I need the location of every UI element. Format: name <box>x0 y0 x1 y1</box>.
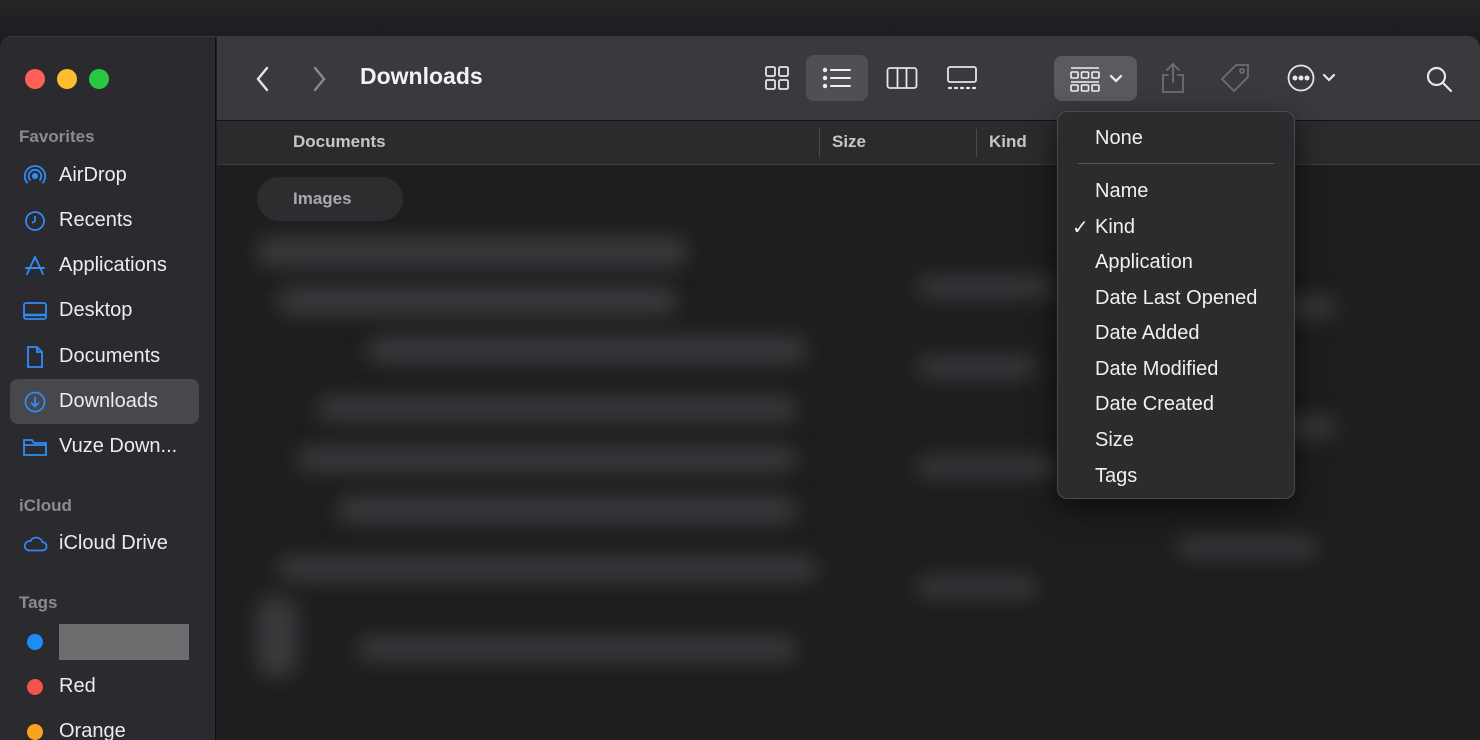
menu-item-date-modified[interactable]: Date Modified <box>1058 351 1294 385</box>
sidebar-item-airdrop[interactable]: AirDrop <box>10 153 199 198</box>
tags-section-label: Tags <box>19 593 58 612</box>
menu-item-name[interactable]: Name <box>1058 173 1294 207</box>
sidebar-tag-blue[interactable] <box>10 619 199 664</box>
cloud-icon <box>22 531 48 557</box>
sidebar-item-documents[interactable]: Documents <box>10 334 199 379</box>
menu-item-kind[interactable]: ✓ Kind <box>1058 209 1294 243</box>
favorites-section-label: Favorites <box>19 127 95 146</box>
sidebar-item-label: Documents <box>59 345 161 367</box>
tag-dot-icon <box>22 719 48 740</box>
more-actions-button[interactable] <box>1279 55 1343 101</box>
menu-item-date-added[interactable]: Date Added <box>1058 315 1294 349</box>
group-header: Images <box>257 177 403 221</box>
menu-item-date-created[interactable]: Date Created <box>1058 386 1294 420</box>
tag-button[interactable] <box>1213 55 1257 101</box>
list-icon <box>822 67 851 89</box>
finder-window: Favorites AirDrop Recents Applications D… <box>0 36 1480 740</box>
download-icon <box>22 389 48 415</box>
group-by-button[interactable] <box>1054 56 1137 101</box>
menu-divider <box>1078 163 1274 164</box>
column-separator <box>976 129 977 157</box>
sidebar-item-label: Applications <box>59 254 167 276</box>
search-button[interactable] <box>1417 57 1461 101</box>
window-title: Downloads <box>360 63 483 89</box>
column-size-header[interactable]: Size <box>832 132 866 152</box>
desktop-icon <box>22 298 48 324</box>
gallery-icon <box>947 66 977 90</box>
menu-item-size[interactable]: Size <box>1058 422 1294 456</box>
share-icon <box>1162 62 1184 93</box>
sidebar-item-label: AirDrop <box>59 164 127 186</box>
minimize-button[interactable] <box>57 69 77 89</box>
ellipsis-circle-icon <box>1287 64 1315 92</box>
checkmark-icon: ✓ <box>1072 217 1089 239</box>
menu-item-application[interactable]: Application <box>1058 244 1294 278</box>
tag-dot-icon <box>22 674 48 700</box>
group-grid-icon <box>1069 66 1100 92</box>
zoom-button[interactable] <box>89 69 109 89</box>
group-by-menu: None Name ✓ Kind Application Date Last O… <box>1057 111 1295 499</box>
chevron-left-icon <box>256 66 269 92</box>
sidebar-item-label: iCloud Drive <box>59 532 168 554</box>
grid-icon <box>765 66 789 90</box>
toolbar: Downloads <box>217 37 1480 121</box>
sidebar-item-icloud-drive[interactable]: iCloud Drive <box>10 521 199 566</box>
sidebar-item-applications[interactable]: Applications <box>10 243 199 288</box>
sidebar-tag-orange[interactable]: Orange <box>10 709 199 740</box>
document-icon <box>22 344 48 370</box>
sidebar-item-label: Downloads <box>59 390 158 412</box>
search-icon <box>1426 66 1453 93</box>
menu-item-none[interactable]: None <box>1058 120 1294 154</box>
sidebar-item-label: Orange <box>59 720 126 740</box>
sidebar-item-recents[interactable]: Recents <box>10 198 199 243</box>
sidebar-item-desktop[interactable]: Desktop <box>10 288 199 333</box>
list-view-button[interactable] <box>806 55 868 101</box>
tag-icon <box>1220 64 1249 93</box>
sidebar-item-label: Red <box>59 675 96 697</box>
icloud-section-label: iCloud <box>19 496 72 515</box>
column-name-header[interactable]: Documents <box>293 132 386 152</box>
sidebar-item-label: Recents <box>59 209 133 231</box>
chevron-down-icon <box>1109 74 1122 83</box>
gallery-view-button[interactable] <box>939 55 985 101</box>
column-view-button[interactable] <box>879 55 925 101</box>
tag-dot-icon <box>22 629 48 655</box>
share-button[interactable] <box>1151 55 1195 101</box>
airdrop-icon <box>22 163 48 189</box>
window-top-strip <box>0 0 1480 38</box>
close-button[interactable] <box>25 69 45 89</box>
sidebar-tag-red[interactable]: Red <box>10 664 199 709</box>
column-kind-header[interactable]: Kind <box>989 132 1027 152</box>
applications-icon <box>22 253 48 279</box>
group-header-label: Images <box>293 189 352 208</box>
window-controls <box>25 69 109 89</box>
chevron-down-icon <box>1322 73 1336 82</box>
sidebar-item-label: Vuze Down... <box>59 435 178 457</box>
forward-button[interactable] <box>301 61 337 97</box>
columns-icon <box>886 67 918 89</box>
sidebar-item-label: Desktop <box>59 299 133 321</box>
sidebar: Favorites AirDrop Recents Applications D… <box>0 37 216 740</box>
clock-icon <box>22 208 48 234</box>
back-button[interactable] <box>245 61 281 97</box>
icon-view-button[interactable] <box>755 55 799 101</box>
menu-item-tags[interactable]: Tags <box>1058 458 1294 492</box>
sidebar-item-downloads[interactable]: Downloads <box>10 379 199 424</box>
menu-item-date-last-opened[interactable]: Date Last Opened <box>1058 280 1294 314</box>
sidebar-item-vuze-downloads[interactable]: Vuze Down... <box>10 424 199 469</box>
folder-icon <box>22 434 48 460</box>
chevron-right-icon <box>313 66 326 92</box>
redacted-tag-label <box>59 623 189 660</box>
column-separator <box>819 129 820 157</box>
